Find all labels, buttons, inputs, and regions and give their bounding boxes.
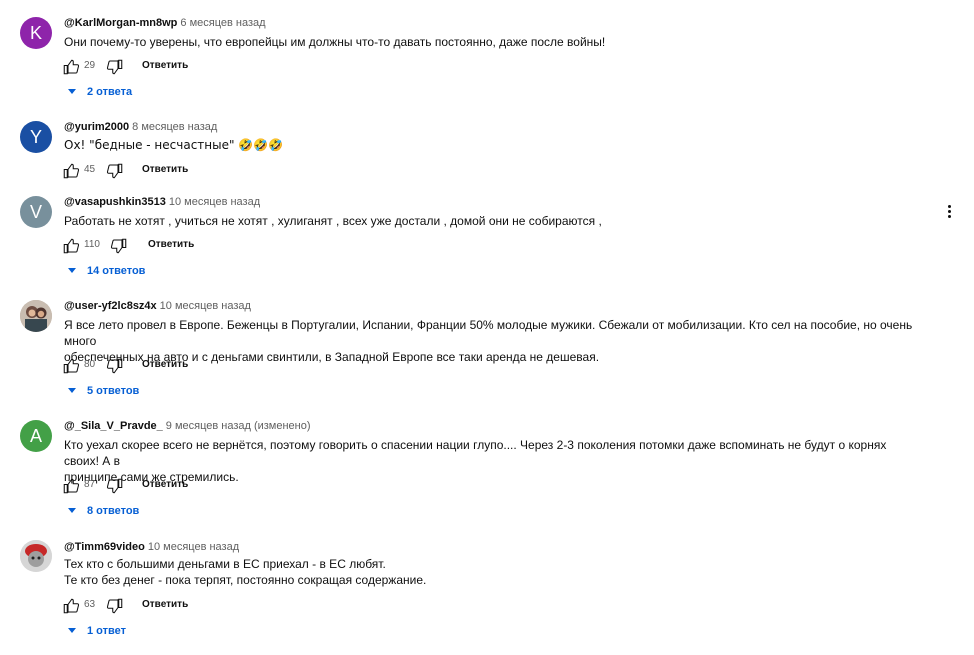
edited-label: (изменено) — [253, 420, 311, 432]
caret-down-icon — [68, 89, 76, 94]
thumbs-down-icon[interactable] — [106, 357, 124, 375]
comment-time[interactable]: 10 месяцев назад — [160, 300, 251, 312]
thumbs-down-icon[interactable] — [106, 58, 124, 76]
comment-header: @user-yf2lc8sz4x 10 месяцев назад — [64, 299, 251, 313]
comment-header: @yurim2000 8 месяцев назад — [64, 120, 217, 134]
like-count: 110 — [84, 239, 100, 250]
comment-text: Кто уехал скорее всего не вернётся, поэт… — [64, 438, 887, 484]
thumbs-up-icon[interactable] — [62, 237, 80, 255]
comment-time[interactable]: 9 месяцев назад — [166, 420, 251, 432]
replies-count-label: 8 ответов — [87, 505, 140, 517]
caret-down-icon — [68, 268, 76, 273]
author-name[interactable]: @vasapushkin3513 — [64, 196, 166, 208]
thumbs-down-icon[interactable] — [106, 162, 124, 180]
comment-header: @vasapushkin3513 10 месяцев назад — [64, 195, 260, 209]
comment-header: @Timm69video 10 месяцев назад — [64, 540, 239, 554]
like-count: 45 — [84, 164, 96, 175]
replies-count-label: 14 ответов — [87, 265, 146, 277]
thumbs-up-icon[interactable] — [62, 162, 80, 180]
more-options-icon[interactable] — [944, 204, 954, 222]
comment-text: Работать не хотят , учиться не хотят , х… — [64, 214, 602, 228]
caret-down-icon — [68, 628, 76, 633]
comment-text: Тех кто с большими деньгами в ЕС приехал… — [64, 557, 427, 587]
view-replies-button[interactable]: 1 ответ — [68, 624, 126, 638]
thumbs-up-icon[interactable] — [62, 357, 80, 375]
avatar[interactable]: A — [20, 420, 52, 452]
avatar[interactable]: V — [20, 196, 52, 228]
caret-down-icon — [68, 508, 76, 513]
user-photo-icon — [20, 540, 52, 572]
thumbs-down-icon[interactable] — [106, 477, 124, 495]
like-count: 87 — [84, 479, 96, 490]
comment-text: Ох! "бедные - несчастные" 🤣🤣🤣 — [64, 138, 284, 152]
thumbs-down-icon[interactable] — [106, 597, 124, 615]
avatar[interactable]: Y — [20, 121, 52, 153]
like-count: 80 — [84, 359, 96, 370]
avatar[interactable] — [20, 300, 52, 332]
comment-time[interactable]: 6 месяцев назад — [180, 17, 265, 29]
replies-count-label: 1 ответ — [87, 625, 126, 637]
user-photo-icon — [20, 300, 52, 332]
view-replies-button[interactable]: 2 ответа — [68, 85, 132, 99]
reply-button[interactable]: Ответить — [142, 164, 188, 175]
comment-time[interactable]: 10 месяцев назад — [169, 196, 260, 208]
avatar[interactable] — [20, 540, 52, 572]
replies-count-label: 5 ответов — [87, 385, 140, 397]
author-name[interactable]: @_Sila_V_Pravde_ — [64, 420, 163, 432]
reply-button[interactable]: Ответить — [142, 599, 188, 610]
author-name[interactable]: @user-yf2lc8sz4x — [64, 300, 157, 312]
reply-button[interactable]: Ответить — [148, 239, 194, 250]
comment-text: Я все лето провел в Европе. Беженцы в По… — [64, 318, 913, 364]
author-name[interactable]: @Timm69video — [64, 541, 145, 553]
like-count: 63 — [84, 599, 96, 610]
view-replies-button[interactable]: 5 ответов — [68, 384, 139, 398]
thumbs-up-icon[interactable] — [62, 597, 80, 615]
thumbs-up-icon[interactable] — [62, 58, 80, 76]
view-replies-button[interactable]: 14 ответов — [68, 264, 145, 278]
comment-time[interactable]: 8 месяцев назад — [132, 121, 217, 133]
comment-text: Они почему-то уверены, что европейцы им … — [64, 35, 606, 49]
reply-button[interactable]: Ответить — [142, 359, 188, 370]
replies-count-label: 2 ответа — [87, 86, 133, 98]
author-name[interactable]: @KarlMorgan-mn8wp — [64, 17, 177, 29]
reply-button[interactable]: Ответить — [142, 60, 188, 71]
like-count: 29 — [84, 60, 96, 71]
avatar[interactable]: K — [20, 17, 52, 49]
view-replies-button[interactable]: 8 ответов — [68, 504, 139, 518]
comment-header: @_Sila_V_Pravde_ 9 месяцев назад (изменено… — [64, 419, 311, 433]
thumbs-down-icon[interactable] — [110, 237, 128, 255]
author-name[interactable]: @yurim2000 — [64, 121, 129, 133]
reply-button[interactable]: Ответить — [142, 479, 188, 490]
comment-header: @KarlMorgan-mn8wp 6 месяцев назад — [64, 16, 266, 30]
comments-section: K @KarlMorgan-mn8wp 6 месяцев назад Они п… — [0, 0, 974, 655]
caret-down-icon — [68, 388, 76, 393]
thumbs-up-icon[interactable] — [62, 477, 80, 495]
comment-time[interactable]: 10 месяцев назад — [148, 541, 239, 553]
